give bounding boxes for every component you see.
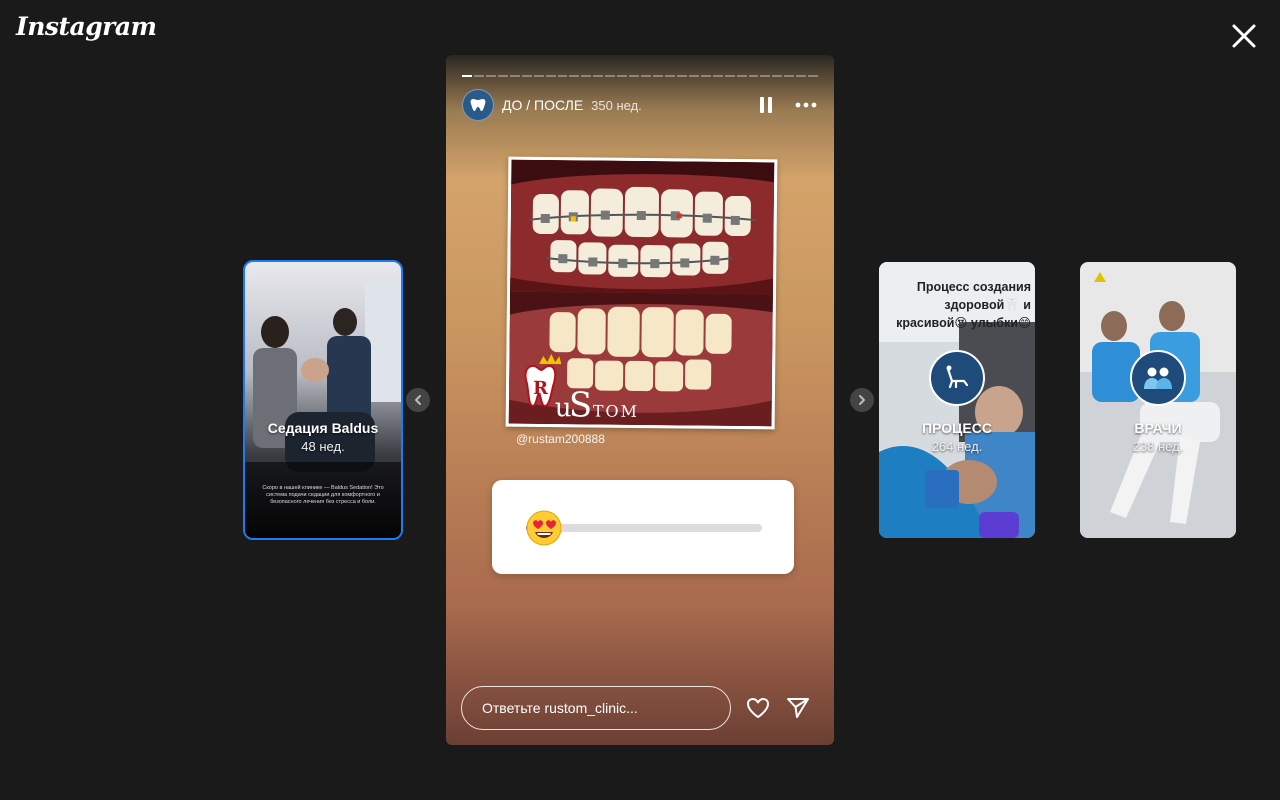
progress-segment: [497, 75, 508, 77]
progress-segment: [617, 75, 628, 77]
emoji-slider-sticker[interactable]: [492, 480, 794, 574]
progress-segment: [676, 75, 687, 77]
story-timestamp: 350 нед.: [591, 97, 642, 113]
pause-icon: [760, 97, 772, 113]
progress-segment: [593, 75, 604, 77]
highlight-title: Седация Baldus: [267, 420, 379, 436]
progress-segment: [485, 75, 496, 77]
highlight-card-doctors[interactable]: ВРАЧИ 238 нед.: [1080, 262, 1236, 538]
progress-segment: [641, 75, 651, 77]
progress-segment: [748, 75, 759, 77]
highlight-title: ВРАЧИ: [1134, 420, 1182, 436]
send-icon: [787, 698, 809, 718]
progress-segment: [653, 75, 663, 77]
progress-segment: [581, 75, 592, 77]
share-button[interactable]: [784, 694, 812, 722]
more-options-button[interactable]: [794, 93, 818, 117]
reply-input[interactable]: [461, 686, 731, 730]
like-button[interactable]: [744, 694, 772, 722]
highlight-age: 238 нед.: [1132, 439, 1184, 454]
highlight-card-process[interactable]: Процесс создания здоровой🦷 и красивой😍 у…: [879, 262, 1035, 538]
svg-text:S: S: [569, 385, 593, 425]
highlight-age: 264 нед.: [931, 439, 983, 454]
progress-segment: [664, 75, 675, 77]
progress-segment: [629, 75, 640, 77]
progress-segment: [724, 75, 735, 77]
chevron-right-icon: [859, 395, 865, 405]
highlight-age: 48 нед.: [301, 439, 345, 454]
progress-segment: [688, 75, 699, 77]
tooth-icon: [470, 99, 486, 111]
svg-text:TOM: TOM: [593, 401, 639, 420]
progress-segment: [605, 75, 616, 77]
story-author-name[interactable]: ДО / ПОСЛЕ: [502, 97, 583, 113]
highlight-card-previous[interactable]: Седация Baldus 48 нед. Скоро в нашей кли…: [243, 260, 403, 540]
progress-segment: [545, 75, 556, 77]
progress-segment: [509, 75, 520, 77]
story-author-avatar[interactable]: [462, 89, 494, 121]
progress-segment: [712, 75, 723, 77]
before-after-photo: R u S TOM: [505, 156, 778, 430]
instagram-logo[interactable]: Instagram: [16, 12, 157, 41]
progress-segment: [462, 75, 472, 77]
next-story-button[interactable]: [850, 388, 874, 412]
highlight-title: ПРОЦЕСС: [922, 420, 992, 436]
progress-segment: [772, 75, 783, 77]
progress-segment: [557, 75, 568, 77]
close-icon: [1232, 24, 1256, 48]
progress-segment: [796, 75, 807, 77]
progress-segment: [521, 75, 532, 77]
progress-segment: [736, 75, 747, 77]
process-highlight-cover: [929, 350, 985, 406]
slider-emoji-thumb[interactable]: [526, 510, 562, 546]
dental-chair-icon: [946, 365, 969, 389]
progress-segment: [473, 75, 484, 77]
heart-eyes-emoji-icon: [526, 510, 562, 546]
progress-segment: [760, 75, 771, 77]
svg-text:R: R: [533, 378, 549, 399]
mention-tag[interactable]: @rustam200888: [516, 432, 605, 446]
highlight-overlay-text: Процесс создания здоровой🦷 и красивой😍 у…: [896, 280, 1031, 330]
progress-segment: [533, 75, 544, 77]
pause-button[interactable]: [754, 93, 778, 117]
heart-icon: [747, 698, 769, 718]
progress-segment: [700, 75, 711, 77]
doctors-highlight-cover: [1130, 350, 1186, 406]
chevron-left-icon: [415, 395, 421, 405]
previous-story-button[interactable]: [406, 388, 430, 412]
progress-segment: [569, 75, 580, 77]
progress-segment: [784, 75, 795, 77]
story-progress-bar: [462, 75, 819, 77]
more-icon: [795, 102, 817, 108]
progress-segment: [808, 75, 819, 77]
story-header: ДО / ПОСЛЕ 350 нед.: [462, 89, 818, 121]
close-button[interactable]: [1228, 20, 1260, 52]
highlight-caption: Скоро в нашей клинике — Baldus Sedation!…: [262, 485, 384, 505]
doctors-icon: [1144, 367, 1172, 389]
